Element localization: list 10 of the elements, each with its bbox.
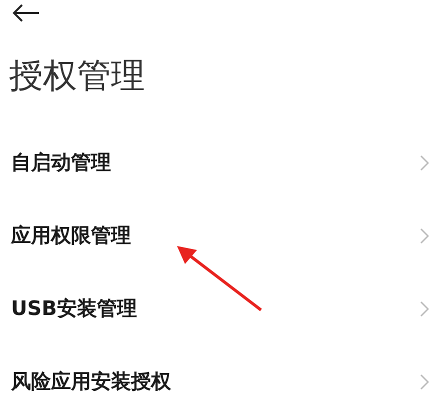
chevron-icon xyxy=(420,300,429,316)
chevron-icon xyxy=(420,374,429,390)
chevron-icon xyxy=(420,154,429,170)
settings-item[interactable]: 应用权限管理 xyxy=(0,199,443,272)
page-title: 授权管理 xyxy=(9,55,146,98)
chevron-icon xyxy=(420,228,429,244)
settings-item[interactable]: 自启动管理 xyxy=(0,126,443,199)
settings-item[interactable]: USB安装管理 xyxy=(0,272,443,345)
settings-item[interactable]: 风险应用安装授权 xyxy=(0,345,443,409)
back-icon[interactable] xyxy=(12,4,40,22)
